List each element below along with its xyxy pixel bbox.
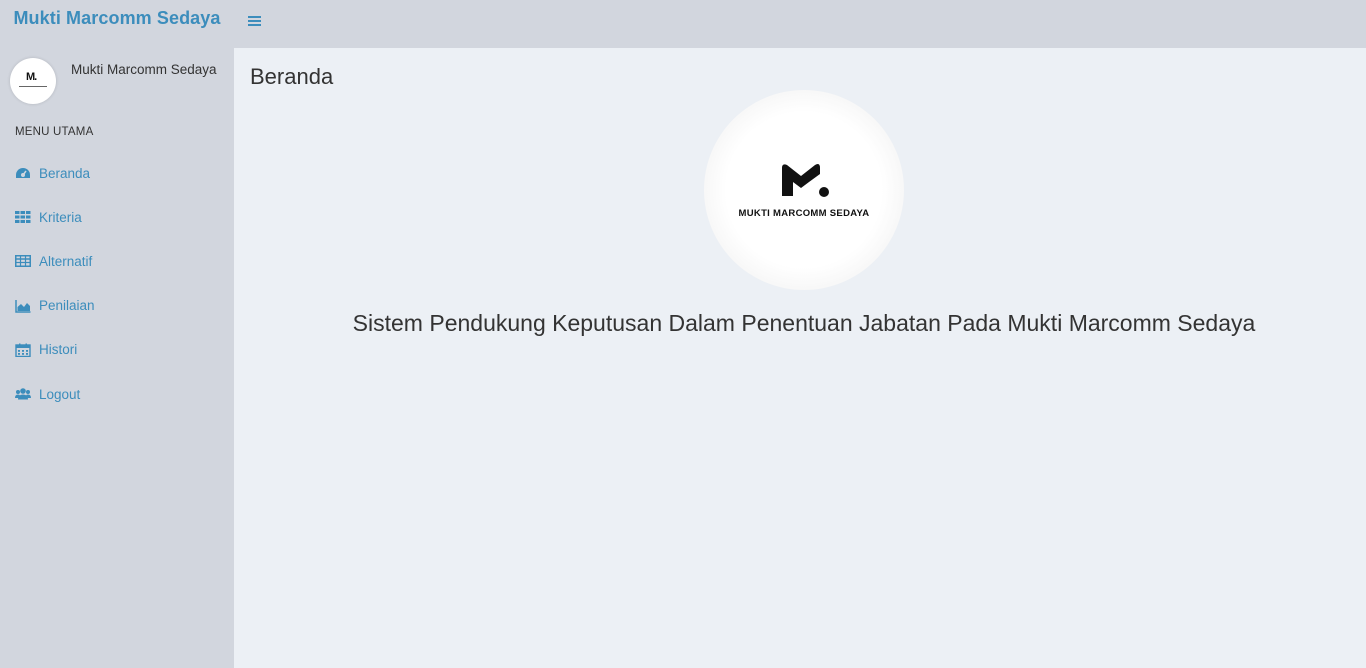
- sidebar-item-label: Logout: [39, 386, 81, 402]
- area-chart-icon: [15, 299, 31, 313]
- sidebar-item-label: Beranda: [39, 165, 91, 181]
- company-logo-text: MUKTI MARCOMM SEDAYA: [738, 208, 870, 219]
- user-panel: M. Mukti Marcomm Sedaya: [0, 48, 234, 118]
- company-logo: MUKTI MARCOMM SEDAYA: [704, 90, 904, 290]
- brand-logo-text[interactable]: Mukti Marcomm Sedaya: [0, 0, 234, 48]
- sidebar-item-label: Penilaian: [39, 298, 95, 314]
- sidebar-toggle-icon[interactable]: [248, 14, 264, 30]
- top-navbar: Mukti Marcomm Sedaya: [0, 0, 1366, 48]
- company-logo-icon: [782, 164, 829, 197]
- page-title: Beranda: [250, 64, 334, 89]
- tagline: Sistem Pendukung Keputusan Dalam Penentu…: [352, 310, 1256, 336]
- menu-header: MENU UTAMA: [15, 126, 94, 138]
- sidebar-item-logout[interactable]: Logout: [0, 372, 234, 416]
- sidebar-item-label: Kriteria: [39, 209, 82, 225]
- sidebar-item-label: Histori: [39, 342, 78, 358]
- dashboard-icon: [16, 168, 30, 179]
- avatar: M.: [10, 58, 56, 104]
- calendar-icon: [15, 343, 31, 357]
- sidebar-item-penilaian[interactable]: Penilaian: [0, 284, 234, 328]
- sidebar-item-label: Alternatif: [39, 253, 93, 269]
- sidebar-item-beranda[interactable]: Beranda: [0, 151, 234, 195]
- avatar-logo-icon: M.: [26, 71, 37, 83]
- table-icon: [15, 255, 31, 268]
- sidebar-item-alternatif[interactable]: Alternatif: [0, 239, 234, 283]
- user-name: Mukti Marcomm Sedaya: [71, 62, 217, 77]
- sidebar: M. Mukti Marcomm Sedaya MENU UTAMA Beran…: [0, 48, 234, 668]
- users-icon: [15, 388, 31, 400]
- grid-icon: [15, 211, 31, 224]
- sidebar-item-histori[interactable]: Histori: [0, 328, 234, 372]
- sidebar-item-kriteria[interactable]: Kriteria: [0, 195, 234, 239]
- sidebar-menu: Beranda Kriteria Alternatif Penilaian Hi…: [0, 151, 234, 416]
- main-content: Beranda MUKTI MARCOMM SEDAYA Sistem Pend…: [234, 48, 1366, 668]
